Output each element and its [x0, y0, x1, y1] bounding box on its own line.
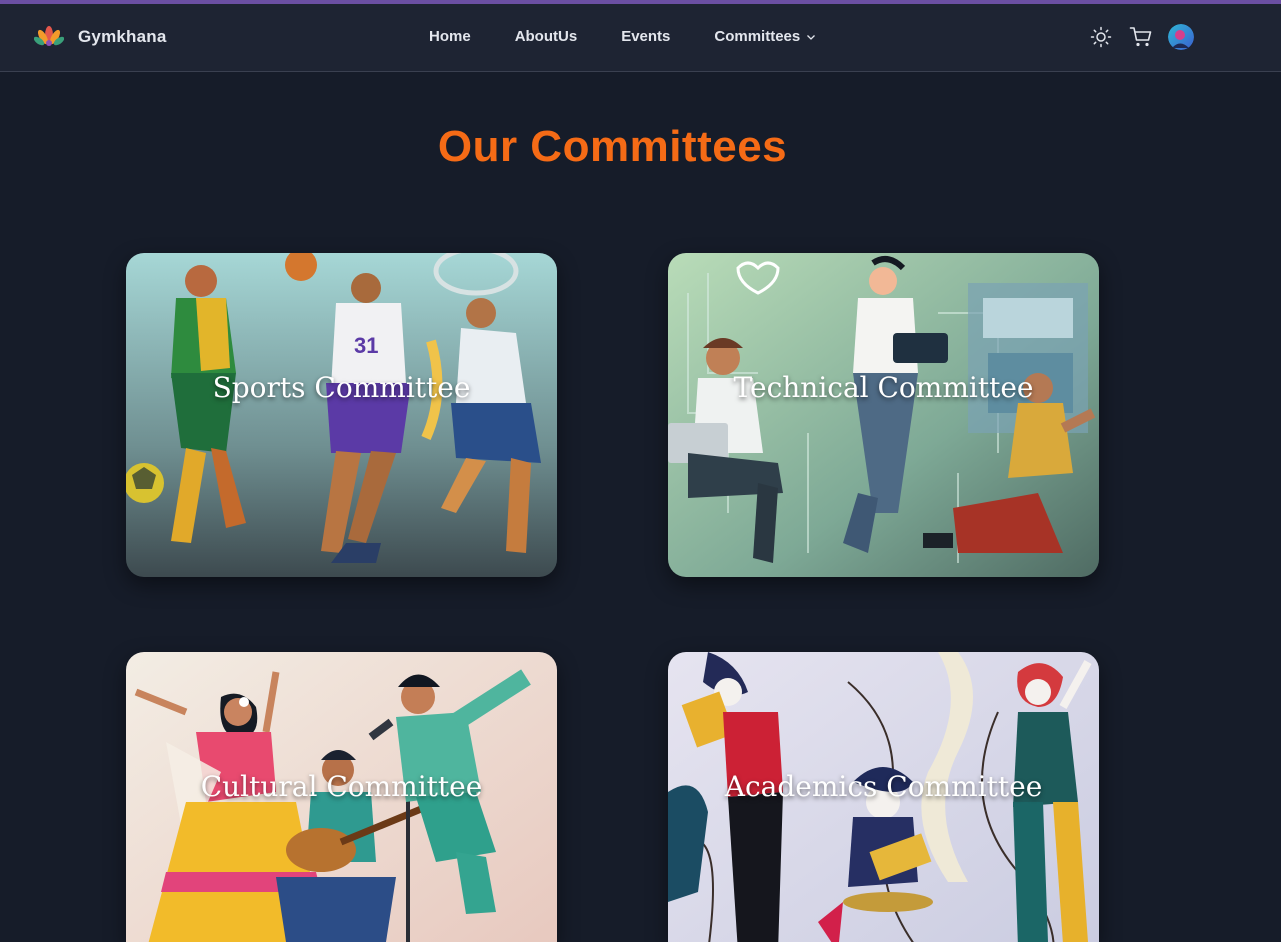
brand-home-link[interactable]: Gymkhana	[34, 22, 167, 52]
page-title: Our Committees	[437, 122, 788, 171]
sports-committee-card[interactable]: 31 Sports Committee	[126, 253, 557, 577]
card-title: Technical Committee	[733, 371, 1034, 404]
cart-button[interactable]	[1128, 24, 1154, 50]
lotus-logo-icon	[34, 26, 64, 46]
nav-home-link[interactable]: Home	[429, 28, 471, 45]
card-title: Academics Committee	[724, 770, 1043, 803]
brand-name: Gymkhana	[78, 27, 167, 46]
nav-links: Home AboutUs Events Committees	[429, 28, 816, 45]
nav-committees-dropdown[interactable]: Committees	[714, 28, 816, 45]
theme-toggle-button[interactable]	[1088, 24, 1114, 50]
sports-illustration: 31	[126, 253, 557, 577]
chevron-down-icon	[807, 34, 816, 40]
nav-aboutus-link[interactable]: AboutUs	[515, 28, 578, 45]
nav-committees-label: Committees	[714, 28, 801, 45]
svg-text:31: 31	[354, 333, 378, 358]
technical-illustration	[668, 253, 1099, 577]
card-title: Sports Committee	[212, 371, 471, 404]
avatar-image	[1168, 24, 1194, 50]
nav-icons	[1088, 24, 1194, 50]
technical-committee-card[interactable]: Technical Committee	[668, 253, 1099, 577]
cart-icon	[1129, 27, 1152, 47]
card-title: Cultural Committee	[200, 770, 483, 803]
sun-icon	[1090, 26, 1112, 48]
navbar: Gymkhana Home AboutUs Events Committees	[0, 4, 1281, 72]
academics-committee-card[interactable]: Academics Committee	[668, 652, 1099, 942]
nav-events-link[interactable]: Events	[621, 28, 670, 45]
avatar[interactable]	[1168, 24, 1194, 50]
cultural-committee-card[interactable]: Cultural Committee	[126, 652, 557, 942]
